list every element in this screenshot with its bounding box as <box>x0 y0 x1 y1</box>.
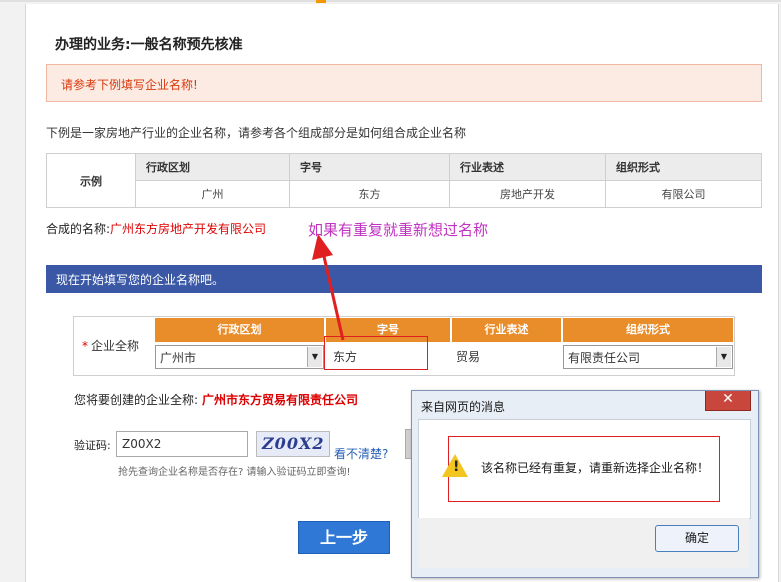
page-background: 办理的业务:一般名称预先核准 请参考下例填写企业名称! 下例是一家房地产行业的企… <box>0 0 781 582</box>
dialog-title: 来自网页的消息 <box>421 400 506 414</box>
warning-icon-mark: ! <box>453 459 460 475</box>
dialog-message: 该名称已经有重复，请重新选择企业名称！ <box>481 461 710 475</box>
close-icon[interactable]: ✕ <box>705 391 751 411</box>
ok-button[interactable]: 确定 <box>655 525 739 552</box>
